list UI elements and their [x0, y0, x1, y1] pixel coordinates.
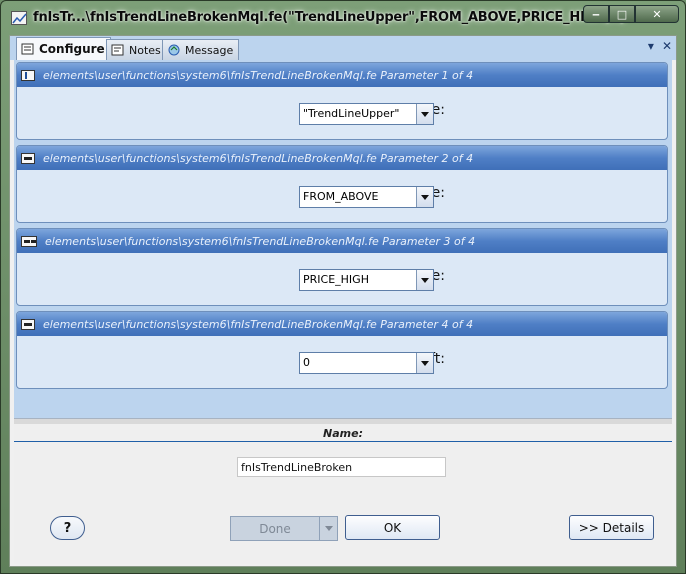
parameter-header-text: elements\user\functions\system6\fnIsTren… [45, 234, 476, 248]
parameter-value-combo[interactable]: FROM_ABOVE [299, 186, 434, 208]
window-title: fnIsTr...\fnIsTrendLineBrokenMql.fe("Tre… [33, 10, 626, 25]
parameter-header-text: elements\user\functions\system6\fnIsTren… [43, 151, 474, 165]
parameter-panels: elements\user\functions\system6\fnIsTren… [14, 60, 672, 418]
parameter-header[interactable]: elements\user\functions\system6\fnIsTren… [17, 146, 667, 170]
chevron-down-icon[interactable] [416, 353, 433, 373]
dropdown-arrow-icon[interactable]: ▾ [648, 39, 654, 53]
ok-button[interactable]: OK [345, 515, 440, 540]
minimize-icon: ‒ [592, 7, 600, 21]
message-icon [167, 44, 181, 56]
name-header: Name: [14, 424, 672, 442]
title-bar[interactable]: fnIsTr...\fnIsTrendLineBrokenMql.fe("Tre… [1, 1, 685, 35]
name-panel: Name: fnIsTrendLineBroken ? Done OK >> D… [14, 424, 672, 564]
parameter-header[interactable]: elements\user\functions\system6\fnIsTren… [17, 63, 667, 87]
chevron-down-icon[interactable] [319, 517, 337, 540]
parameter-header[interactable]: elements\user\functions\system6\fnIsTren… [17, 312, 667, 336]
parameter-body: name: "TrendLineUpper" [17, 87, 667, 139]
close-button[interactable]: ✕ [635, 5, 679, 23]
parameter-header-text: elements\user\functions\system6\fnIsTren… [43, 68, 474, 82]
done-button[interactable]: Done [230, 516, 338, 541]
parameter-header-text: elements\user\functions\system6\fnIsTren… [43, 317, 474, 331]
details-button[interactable]: >> Details [569, 515, 654, 540]
configure-icon [21, 43, 35, 55]
chevron-down-icon[interactable] [416, 104, 433, 124]
document-icon [21, 69, 35, 81]
name-input[interactable]: fnIsTrendLineBroken [237, 457, 446, 477]
combo-value: 0 [303, 356, 310, 369]
combo-value: FROM_ABOVE [303, 190, 379, 203]
chevron-down-icon[interactable] [416, 187, 433, 207]
combo-value: "TrendLineUpper" [303, 107, 400, 120]
minimize-button[interactable]: ‒ [583, 5, 609, 23]
double-bar-icon [21, 235, 37, 247]
parameter-1: elements\user\functions\system6\fnIsTren… [16, 62, 668, 140]
single-bar-icon [21, 318, 35, 330]
done-button-label: Done [259, 522, 291, 536]
parameter-value-combo[interactable]: 0 [299, 352, 434, 374]
window-controls: ‒ □ ✕ [583, 5, 679, 25]
tab-configure[interactable]: Configure [16, 37, 111, 60]
parameter-value-combo[interactable]: PRICE_HIGH [299, 269, 434, 291]
chevron-down-icon[interactable] [416, 270, 433, 290]
tab-message[interactable]: Message [162, 39, 240, 60]
dialog-window: fnIsTr...\fnIsTrendLineBrokenMql.fe("Tre… [0, 0, 686, 574]
maximize-icon: □ [616, 7, 628, 21]
tab-label: Configure [39, 42, 105, 56]
help-button[interactable]: ? [50, 516, 85, 540]
tab-strip-controls: ▾ ✕ [648, 39, 672, 53]
single-bar-icon [21, 152, 35, 164]
dialog-client: Configure Notes Message ▾ ✕ elements\use… [9, 35, 677, 567]
parameter-value-combo[interactable]: "TrendLineUpper" [299, 103, 434, 125]
parameter-body: type: FROM_ABOVE [17, 170, 667, 222]
parameter-header[interactable]: elements\user\functions\system6\fnIsTren… [17, 229, 667, 253]
chart-icon [11, 11, 27, 25]
tab-notes[interactable]: Notes [106, 39, 167, 60]
parameter-body: price: PRICE_HIGH [17, 253, 667, 305]
parameter-3: elements\user\functions\system6\fnIsTren… [16, 228, 668, 306]
parameter-2: elements\user\functions\system6\fnIsTren… [16, 145, 668, 223]
parameter-4: elements\user\functions\system6\fnIsTren… [16, 311, 668, 389]
notes-icon [111, 44, 125, 56]
tab-strip: Configure Notes Message ▾ ✕ [10, 36, 676, 60]
combo-value: PRICE_HIGH [303, 273, 369, 286]
tab-label: Notes [129, 43, 161, 57]
close-icon: ✕ [652, 7, 662, 21]
parameter-body: shift: 0 [17, 336, 667, 388]
close-tab-icon[interactable]: ✕ [662, 39, 672, 53]
tab-label: Message [185, 43, 234, 57]
maximize-button[interactable]: □ [609, 5, 635, 23]
